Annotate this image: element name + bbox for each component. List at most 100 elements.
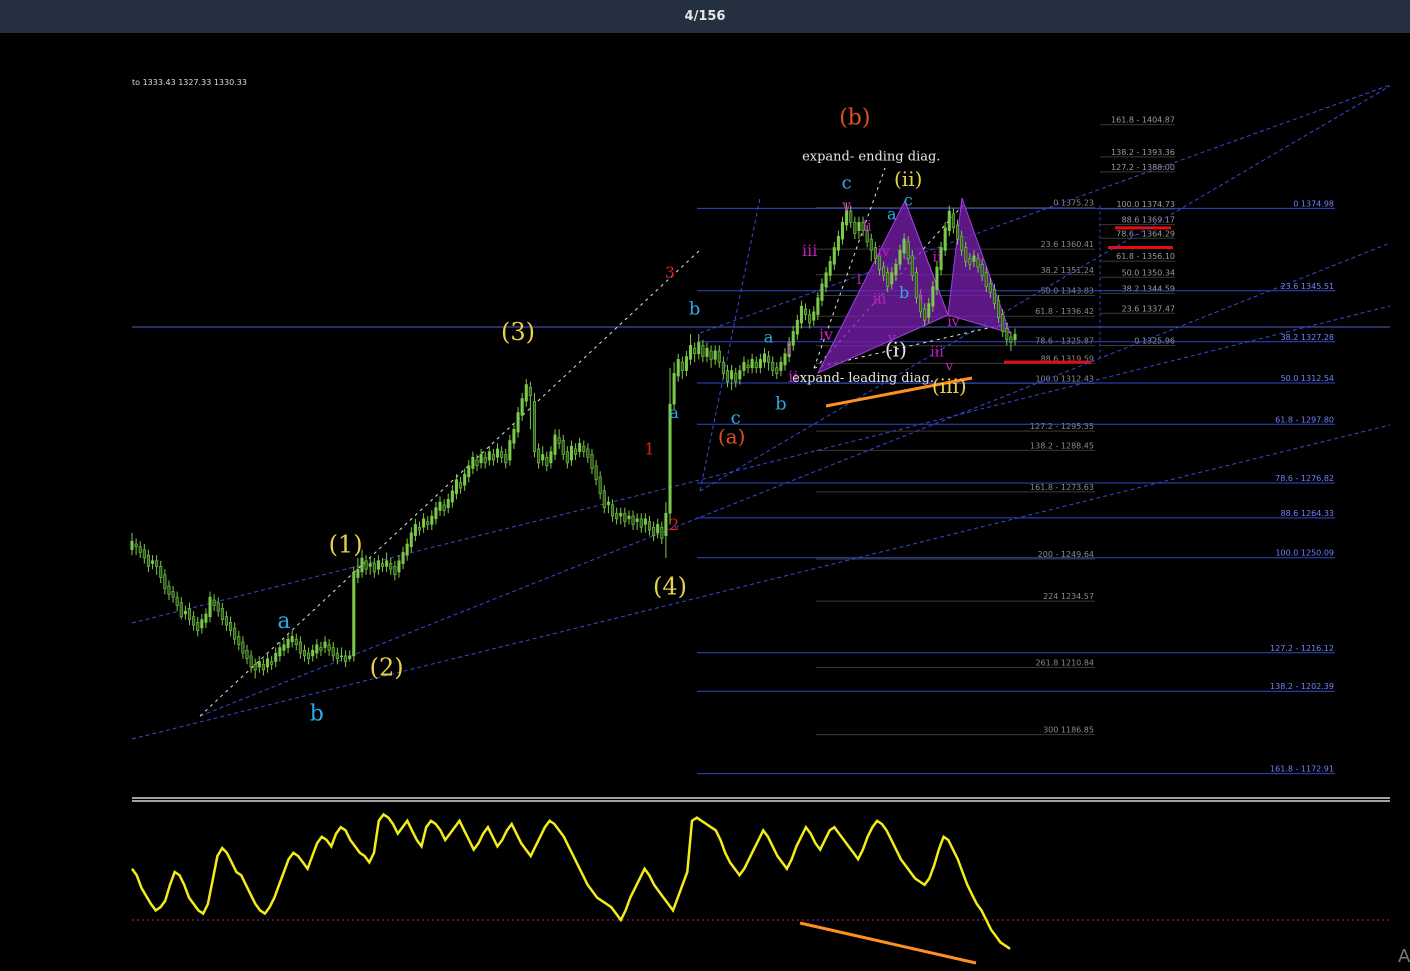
candle-body [167, 585, 171, 595]
candle-body [701, 345, 705, 357]
candle-body [512, 429, 516, 444]
candle-body [997, 300, 1001, 318]
candle-body [257, 661, 261, 668]
diagonal-annotation: expand- leading diag. [792, 371, 934, 386]
candle-body [155, 560, 159, 567]
candle-body [183, 610, 187, 615]
candle-body [307, 652, 311, 660]
candle-body [955, 224, 960, 240]
candle-body [598, 476, 602, 494]
candle-body [635, 518, 639, 522]
wave-label: ii [863, 219, 872, 235]
candle-body [980, 263, 984, 276]
candle-body [808, 314, 812, 324]
fib-label-b: 224 1234.57 [1043, 592, 1094, 601]
candle-body [467, 465, 471, 478]
candle-body [553, 434, 557, 455]
candle-body [684, 356, 688, 371]
candle-body [491, 454, 495, 461]
candle-body [730, 370, 734, 380]
wave-label: (i) [885, 338, 907, 362]
candle-body [344, 655, 348, 662]
candle-body [549, 451, 553, 464]
candle-body [721, 361, 725, 374]
candle-body [319, 647, 323, 651]
fib-label-c: 127.2 - 1216.12 [1270, 644, 1334, 653]
wave-label: 1 [644, 439, 654, 458]
candle-body [767, 356, 771, 363]
candle-body [327, 644, 331, 651]
candle-body [664, 512, 668, 536]
candle-body [672, 373, 676, 405]
fib-label-a: 38.2 1344.59 [1122, 284, 1175, 293]
wave-label: a [669, 403, 679, 422]
candle-body [339, 655, 343, 658]
candle-body [647, 521, 652, 531]
candle-body [923, 308, 927, 321]
candle-body [799, 305, 803, 324]
candle-body [524, 384, 528, 402]
oscillator-panel [130, 797, 1390, 965]
fib-label-a: 100.0 1374.73 [1116, 200, 1175, 209]
wave-label: (ii) [894, 167, 922, 191]
candle-body [857, 221, 861, 231]
candle-body [459, 482, 463, 489]
fib-label-b: 261.8 1210.84 [1035, 659, 1094, 668]
candle-body [775, 367, 779, 374]
candle-body [500, 451, 504, 458]
fib-label-c: 161.8 - 1172.91 [1270, 765, 1334, 774]
candle-body [393, 566, 397, 576]
candle-body [270, 661, 274, 665]
candle-body [578, 442, 582, 452]
candle-body [840, 221, 845, 240]
candle-body [532, 401, 537, 452]
candle-body [261, 664, 265, 671]
diagonal-annotation: expand- ending diag. [802, 150, 940, 165]
candle-body [471, 456, 475, 469]
wave-label: b [775, 394, 787, 415]
candle-body [475, 459, 479, 466]
candle-body [401, 552, 405, 564]
candle-body [804, 308, 808, 315]
candle-body [631, 515, 635, 525]
candle-body [389, 563, 393, 570]
candle-body [463, 473, 467, 486]
candle-body [417, 526, 422, 531]
candle-body [520, 398, 524, 416]
candle-body [241, 641, 245, 654]
candle-body [1013, 333, 1017, 341]
wave-label: (3) [501, 318, 535, 346]
wave-label: b [310, 701, 324, 726]
candle-body [643, 518, 647, 525]
candle-body [725, 370, 730, 383]
wave-label: i [857, 272, 862, 288]
candle-body [146, 554, 150, 567]
candle-body [972, 255, 976, 262]
candle-body [582, 445, 586, 452]
fib-label-b: 127.2 - 1295.35 [1030, 422, 1094, 431]
wave-label: b [689, 299, 701, 320]
fib-label-c: 0 1374.98 [1293, 199, 1334, 208]
wave-label: c [842, 173, 852, 194]
candle-body [516, 412, 520, 433]
candle-body [450, 490, 454, 503]
candle-body [138, 546, 142, 553]
candle-body [602, 490, 606, 508]
corner-glyph: A [1398, 946, 1410, 967]
fib-label-a: 61.8 - 1356.10 [1116, 252, 1175, 261]
candle-body [212, 599, 216, 606]
candle-body [832, 247, 836, 265]
candle-body [216, 602, 220, 612]
candle-body [134, 543, 138, 548]
candle-body [208, 596, 212, 618]
candle-body [323, 641, 327, 648]
candle-body [294, 638, 298, 646]
candle-body [233, 627, 237, 640]
candle-body [689, 345, 693, 360]
candle-body [487, 451, 491, 461]
wave-label: (a) [718, 424, 746, 448]
candle-body [245, 650, 249, 660]
candle-body [943, 227, 947, 251]
candle-body [590, 454, 594, 469]
candle-body [894, 263, 898, 276]
